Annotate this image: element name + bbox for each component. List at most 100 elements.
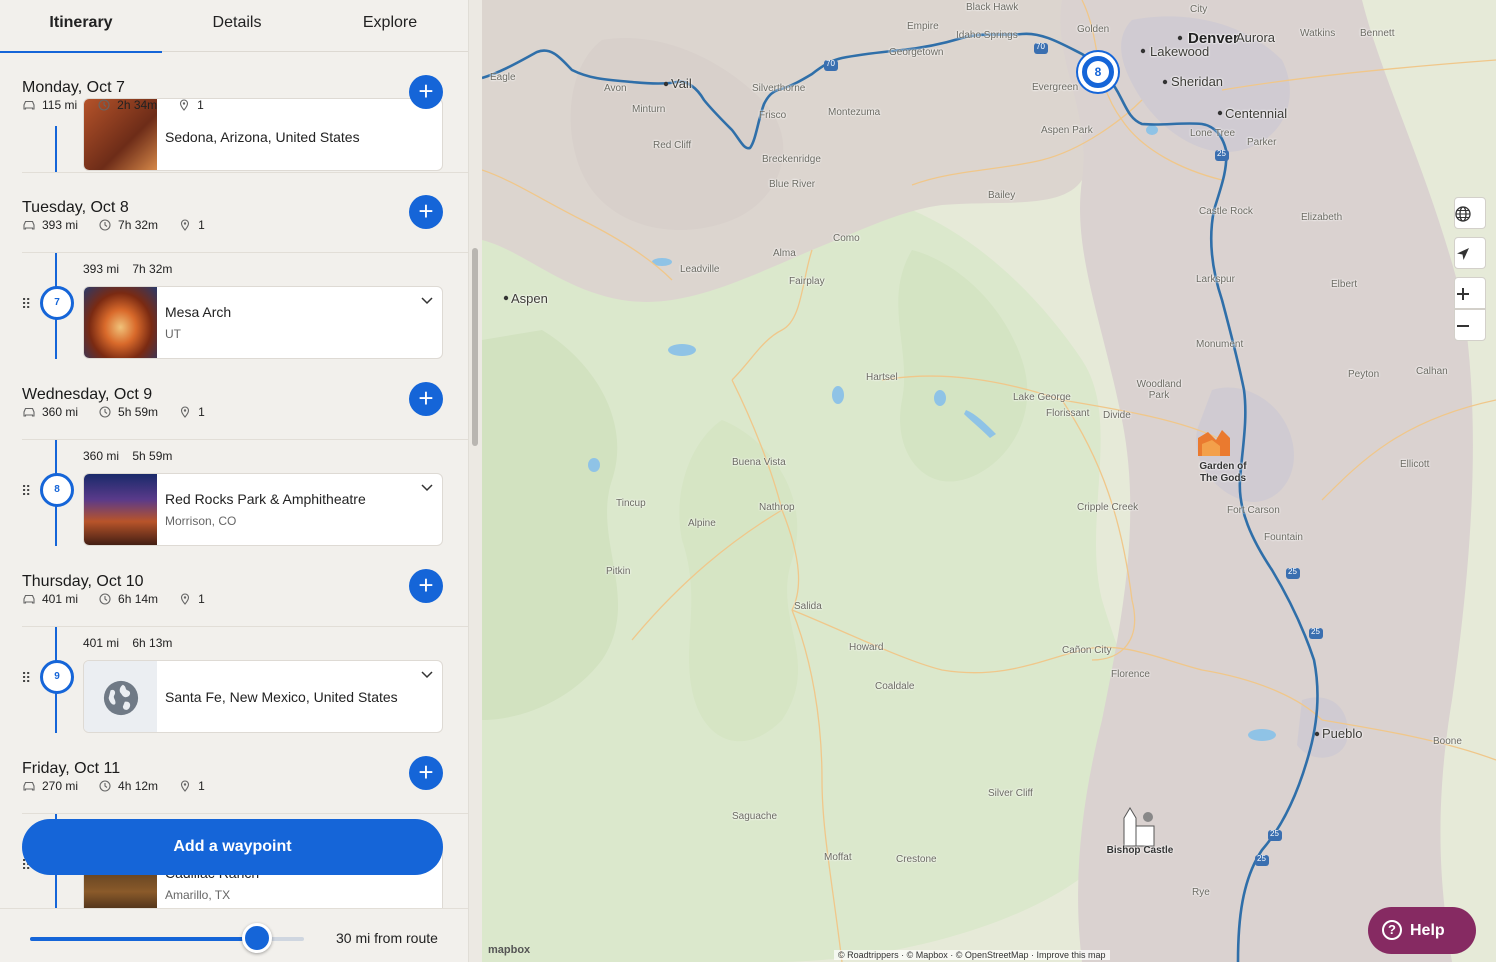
map-label: Georgetown xyxy=(889,47,944,58)
add-waypoint-button[interactable]: Add a waypoint xyxy=(22,819,443,875)
map-label: Minturn xyxy=(632,104,666,115)
stop-thumbnail xyxy=(84,474,157,545)
add-stop-button[interactable]: + xyxy=(409,756,443,790)
chevron-down-icon[interactable] xyxy=(420,667,434,681)
pin-icon xyxy=(181,219,190,231)
map-label: Howard xyxy=(849,642,884,653)
map-label: Florence xyxy=(1111,669,1150,680)
chevron-down-icon[interactable] xyxy=(420,480,434,494)
map-label: Blue River xyxy=(769,179,816,190)
tab-itinerary[interactable]: Itinerary xyxy=(0,0,162,53)
leg-meta: 393 mi 7h 32m xyxy=(83,262,172,276)
day-stops: 1 xyxy=(198,405,205,419)
globe-view-button[interactable] xyxy=(1454,197,1486,229)
zoom-out-button[interactable] xyxy=(1454,309,1486,341)
itinerary-panel: Itinerary Details Explore Sedona, Arizon… xyxy=(0,0,468,962)
day-stops: 1 xyxy=(198,779,205,793)
map-attribution[interactable]: © Roadtrippers · © Mapbox · © OpenStreet… xyxy=(834,950,1110,960)
drag-handle-icon[interactable]: ⠿ xyxy=(21,484,33,498)
stop-subtitle: Amarillo, TX xyxy=(165,888,231,902)
map-label: Coaldale xyxy=(875,681,915,692)
drag-handle-icon[interactable]: ⠿ xyxy=(21,671,33,685)
day-distance: 115 mi xyxy=(42,98,78,112)
stop-title: Santa Fe, New Mexico, United States xyxy=(165,689,398,705)
map-label: Florissant xyxy=(1046,408,1090,419)
day-title: Monday, Oct 7 xyxy=(22,79,125,96)
leg-duration: 6h 13m xyxy=(132,636,173,650)
stop-thumbnail xyxy=(84,661,157,732)
map-label: Idaho Springs xyxy=(956,30,1018,41)
map[interactable]: 70 70 25 25 25 25 25 Denver Aurora Lakew… xyxy=(482,0,1496,962)
map-label: Avon xyxy=(604,83,627,94)
map-label: Lakewood xyxy=(1150,44,1210,59)
stop-title: Red Rocks Park & Amphitheatre xyxy=(165,491,366,507)
day-duration: 5h 59m xyxy=(118,405,159,419)
tab-details[interactable]: Details xyxy=(162,0,312,52)
map-label: Castle Rock xyxy=(1199,206,1253,217)
day-meta: 115 mi 2h 34m 1 xyxy=(22,98,204,112)
help-button[interactable]: ? Help xyxy=(1368,907,1476,954)
clock-icon xyxy=(99,593,111,605)
map-stop-marker[interactable]: 8 xyxy=(1078,52,1118,92)
day-distance: 360 mi xyxy=(42,405,79,419)
poi-label[interactable]: Garden of The Gods xyxy=(1192,461,1254,485)
stop-card[interactable]: Mesa Arch UT xyxy=(83,286,443,359)
plus-icon xyxy=(1457,288,1469,300)
car-icon xyxy=(23,220,35,230)
stop-card[interactable]: Red Rocks Park & Amphitheatre Morrison, … xyxy=(83,473,443,546)
map-label: Salida xyxy=(794,601,822,612)
map-label: Parker xyxy=(1247,137,1277,148)
map-label: Watkins xyxy=(1300,28,1336,39)
add-stop-button[interactable]: + xyxy=(409,195,443,229)
leg-distance: 401 mi xyxy=(83,636,120,650)
panel-scrollbar[interactable] xyxy=(468,0,482,962)
leg-meta: 360 mi 5h 59m xyxy=(83,449,172,463)
map-canvas xyxy=(482,0,1496,962)
stop-item: 360 mi 5h 59m ⠿ 8 Red Rocks Park & Amphi… xyxy=(0,440,468,546)
drag-handle-icon[interactable]: ⠿ xyxy=(21,297,33,311)
leg-meta: 401 mi 6h 13m xyxy=(83,636,172,650)
clock-icon xyxy=(99,780,111,792)
divider xyxy=(22,172,468,173)
itinerary-list[interactable]: Sedona, Arizona, United States Monday, O… xyxy=(0,52,468,908)
map-label: Bennett xyxy=(1360,28,1395,39)
question-icon: ? xyxy=(1382,920,1402,940)
tab-explore[interactable]: Explore xyxy=(312,0,468,52)
map-label: City xyxy=(1190,4,1208,15)
tab-bar: Itinerary Details Explore xyxy=(0,0,468,53)
map-label: Lake George xyxy=(1013,392,1071,403)
map-label: Alpine xyxy=(688,518,716,529)
stop-item: 401 mi 6h 13m ⠿ 9 Santa Fe, New Mexico, … xyxy=(0,627,468,733)
poi-label[interactable]: Bishop Castle xyxy=(1100,845,1180,857)
marker-number: 8 xyxy=(1087,61,1109,83)
chevron-down-icon[interactable] xyxy=(420,293,434,307)
map-label: Black Hawk xyxy=(966,2,1019,13)
add-stop-button[interactable]: + xyxy=(409,382,443,416)
day-duration: 7h 32m xyxy=(118,218,159,232)
map-label: Saguache xyxy=(732,811,778,822)
highway-label: 25 xyxy=(1311,627,1320,636)
mapbox-logo[interactable]: mapbox xyxy=(488,944,530,956)
globe-icon xyxy=(103,680,139,716)
day-title: Wednesday, Oct 9 xyxy=(22,386,153,403)
map-label: Aspen Park xyxy=(1041,125,1093,136)
add-stop-button[interactable]: + xyxy=(409,75,443,109)
day-meta: 393 mi 7h 32m 1 xyxy=(22,218,205,232)
map-label: Sheridan xyxy=(1171,74,1224,89)
stop-thumbnail xyxy=(84,287,157,358)
stop-card[interactable]: Santa Fe, New Mexico, United States xyxy=(83,660,443,733)
map-label: Peyton xyxy=(1348,369,1380,380)
map-label: Pueblo xyxy=(1322,726,1363,741)
map-label: Elbert xyxy=(1331,279,1358,290)
scrollbar-thumb[interactable] xyxy=(472,248,478,446)
route-distance-bar: 30 mi from route xyxy=(0,908,468,962)
slider-handle[interactable] xyxy=(242,923,273,953)
map-label: Bailey xyxy=(988,190,1016,201)
stop-item: 393 mi 7h 32m ⠿ 7 Mesa Arch UT xyxy=(0,253,468,359)
day-meta: 360 mi 5h 59m 1 xyxy=(22,405,205,419)
day-header: Tuesday, Oct 8 393 mi 7h 32m 1 + xyxy=(0,187,468,253)
day-stops: 1 xyxy=(198,218,205,232)
locate-button[interactable] xyxy=(1454,237,1486,269)
add-stop-button[interactable]: + xyxy=(409,569,443,603)
zoom-in-button[interactable] xyxy=(1454,277,1486,309)
